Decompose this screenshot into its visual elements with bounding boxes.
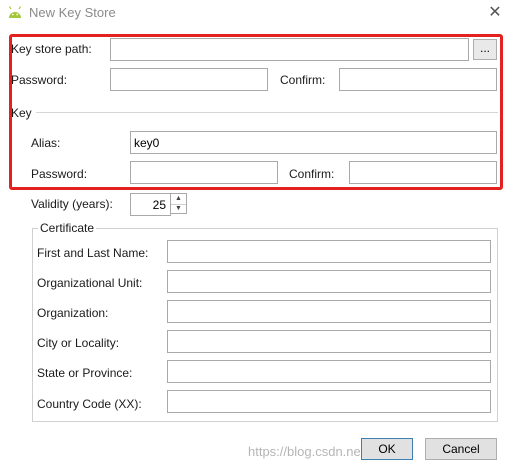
key-confirm-label: Confirm: [289, 167, 335, 181]
first-last-name-input[interactable] [167, 240, 491, 263]
city-locality-input[interactable] [167, 330, 491, 353]
android-icon [8, 6, 22, 18]
key-section-label: Key [11, 106, 32, 120]
key-password-input[interactable] [130, 161, 278, 184]
state-province-label: State or Province: [37, 366, 133, 380]
cancel-button[interactable]: Cancel [425, 438, 497, 460]
close-button[interactable]: ✕ [484, 2, 506, 24]
validity-input[interactable] [130, 193, 171, 216]
window-title: New Key Store [29, 5, 116, 20]
spinner-down-icon[interactable]: ▼ [171, 204, 186, 214]
state-province-input[interactable] [167, 360, 491, 383]
first-last-name-label: First and Last Name: [37, 246, 149, 260]
title-bar: New Key Store ✕ [0, 0, 512, 26]
organization-input[interactable] [167, 300, 491, 323]
watermark-text: https://blog.csdn.net/... [248, 444, 379, 459]
organization-label: Organization: [37, 306, 109, 320]
key-store-password-input[interactable] [110, 68, 268, 91]
country-code-label: Country Code (XX): [37, 397, 142, 411]
certificate-section-label: Certificate [38, 221, 97, 235]
ok-button[interactable]: OK [361, 438, 413, 460]
validity-spinner[interactable]: ▲ ▼ [170, 193, 187, 214]
key-store-path-label: Key store path: [11, 42, 92, 56]
key-store-path-input[interactable] [110, 38, 469, 61]
organizational-unit-input[interactable] [167, 270, 491, 293]
key-store-confirm-label: Confirm: [280, 73, 326, 87]
key-store-confirm-input[interactable] [339, 68, 497, 91]
key-section-divider [36, 112, 498, 113]
alias-input[interactable] [130, 131, 497, 154]
validity-label: Validity (years): [31, 197, 113, 211]
browse-button[interactable]: ... [473, 39, 497, 60]
country-code-input[interactable] [167, 390, 491, 413]
key-password-label: Password: [31, 167, 88, 181]
organizational-unit-label: Organizational Unit: [37, 276, 143, 290]
close-icon: ✕ [488, 4, 502, 21]
key-confirm-input[interactable] [349, 161, 497, 184]
alias-label: Alias: [31, 136, 61, 150]
key-store-password-label: Password: [11, 73, 68, 87]
city-locality-label: City or Locality: [37, 336, 120, 350]
